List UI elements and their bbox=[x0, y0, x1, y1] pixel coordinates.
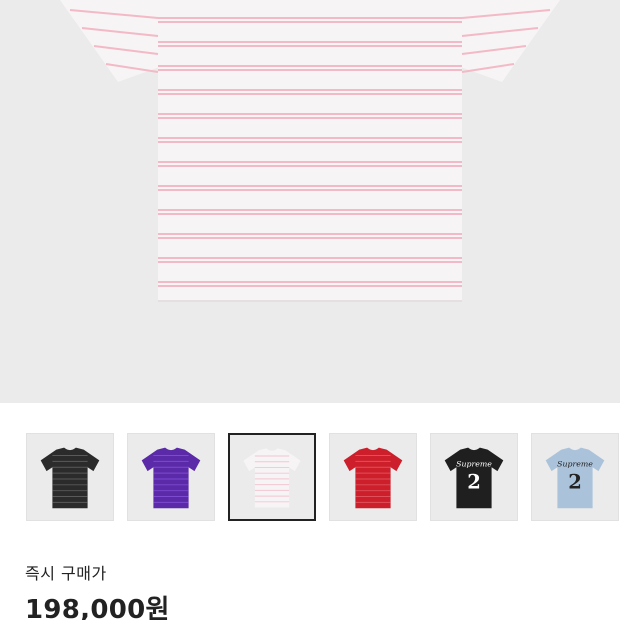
jersey-number-text: 2 bbox=[568, 471, 582, 494]
thumbnail-strip: Supreme 2 Supreme 2 bbox=[0, 403, 620, 533]
tshirt-icon bbox=[141, 447, 201, 509]
tshirt-icon bbox=[40, 447, 100, 509]
jersey-number-text: 2 bbox=[467, 471, 481, 494]
thumb-black-stripe[interactable] bbox=[26, 433, 114, 521]
tshirt-white-striped-image bbox=[60, 0, 560, 302]
thumb-purple-stripe[interactable] bbox=[127, 433, 215, 521]
tshirt-icon bbox=[343, 447, 403, 509]
tshirt-icon bbox=[243, 448, 301, 508]
price-label: 즉시 구매가 bbox=[25, 564, 107, 583]
thumb-red-stripe[interactable] bbox=[329, 433, 417, 521]
product-main-image[interactable] bbox=[0, 0, 620, 403]
thumb-black-jersey[interactable]: Supreme 2 bbox=[430, 433, 518, 521]
jersey-brand-text: Supreme bbox=[456, 459, 492, 468]
thumb-lightblue-jersey[interactable]: Supreme 2 bbox=[531, 433, 619, 521]
thumb-white-stripe[interactable] bbox=[228, 433, 316, 521]
jersey-brand-text: Supreme bbox=[557, 459, 593, 468]
price-value: 198,000원 bbox=[25, 595, 170, 620]
